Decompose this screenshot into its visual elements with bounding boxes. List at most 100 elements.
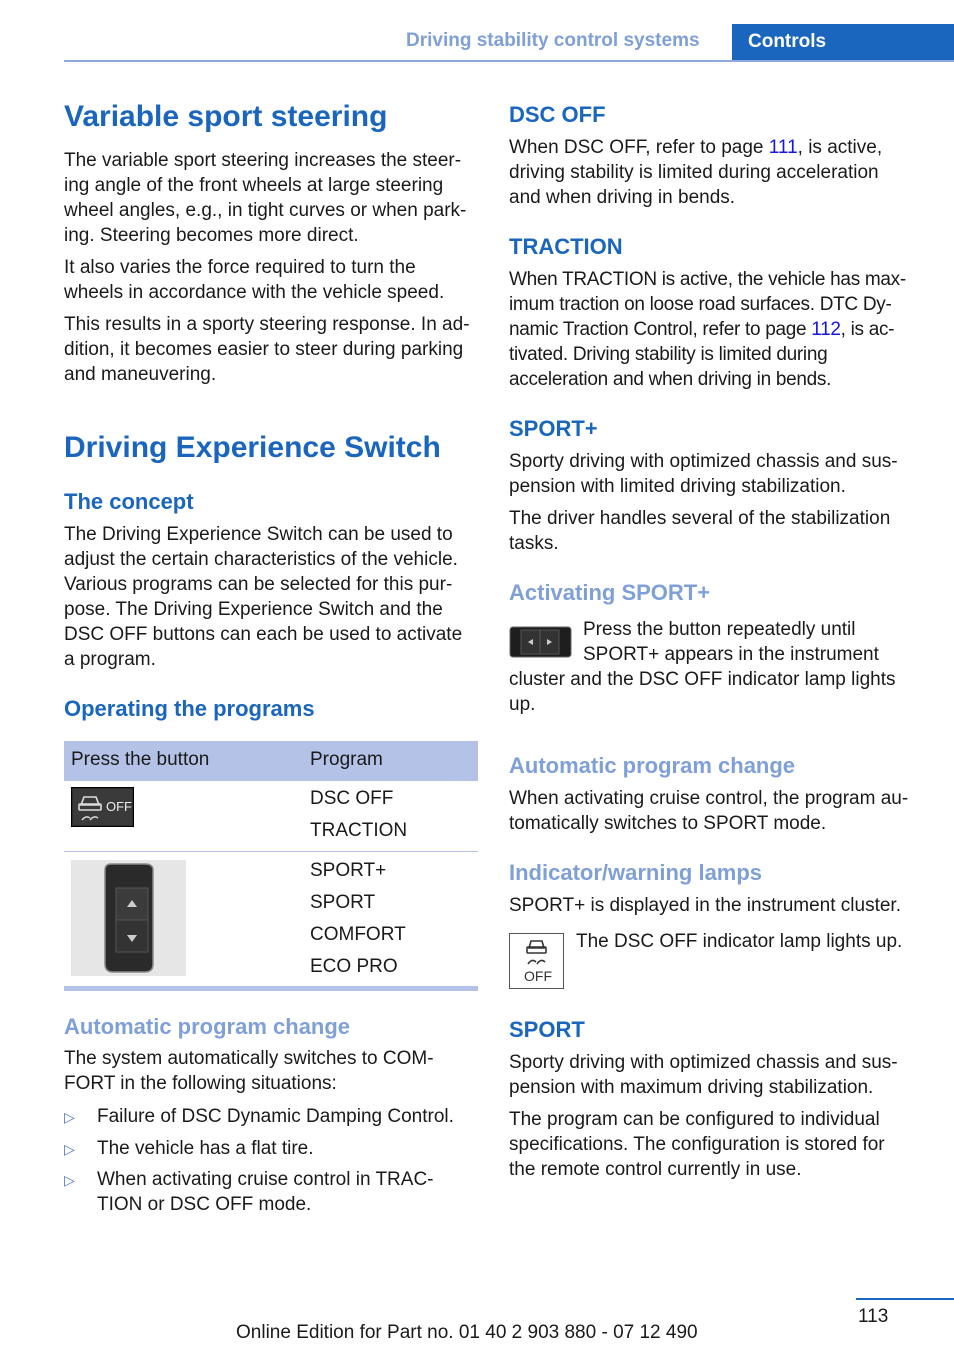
running-header-chapter-tab: Controls <box>732 24 954 62</box>
program-name: ECO PRO <box>310 956 398 977</box>
text-line: imum traction on loose road surfaces. DT… <box>509 294 892 315</box>
header-rule <box>64 60 954 62</box>
text-line: pose. The Driving Experience Switch and … <box>64 599 443 620</box>
text-line: Sporty driving with optimized chassis an… <box>509 451 898 472</box>
list-item: The vehicle has a flat tire. <box>97 1136 314 1161</box>
program-name: COMFORT <box>310 924 406 945</box>
program-name: TRACTION <box>310 820 408 841</box>
sport-paragraph-2: The program can be configured to individ… <box>509 1107 885 1182</box>
heading-automatic-program-change: Automatic program change <box>64 1014 351 1039</box>
text-line: and when driving in bends. <box>509 187 736 208</box>
text-fragment: , is active, <box>797 137 883 158</box>
program-name: DSC OFF <box>310 788 394 809</box>
text-line: wheels in accordance with the vehicle sp… <box>64 282 445 303</box>
text-line: wheel angles, e.g., in tight curves or w… <box>64 200 467 221</box>
text-line: This results in a sporty steering respon… <box>64 314 470 335</box>
text-line: When TRACTION is active, the vehicle has… <box>509 269 906 290</box>
text-line: The Driving Experience Switch can be use… <box>64 524 453 545</box>
sport-plus-paragraph-2: The driver handles several of the stabil… <box>509 506 890 556</box>
indicator-lamp-label: OFF <box>524 968 552 984</box>
table-row-divider <box>64 851 478 852</box>
column-header-press-the-button: Press the button <box>71 749 210 770</box>
text-fragment: When DSC OFF, refer to page <box>509 137 769 158</box>
text-line: Sporty driving with optimized chassis an… <box>509 1052 898 1073</box>
text-line: pension with limited driving stabilizati… <box>509 476 846 497</box>
vss-paragraph-3: This results in a sporty steering respon… <box>64 312 470 387</box>
text-fragment: namic Traction Control, refer to page <box>509 319 812 340</box>
running-header-section: Driving stability control systems <box>406 30 700 51</box>
vss-paragraph-2: It also varies the force required to tur… <box>64 255 444 305</box>
text-line: When activating cruise control, the prog… <box>509 788 909 809</box>
text-line: pension with maximum driving stabilizati… <box>509 1077 874 1098</box>
heading-dsc-off: DSC OFF <box>509 102 606 127</box>
text-line: ing. Steering becomes more direct. <box>64 225 359 246</box>
text-line: driving stability is limited during acce… <box>509 162 879 183</box>
vss-paragraph-1: The variable sport steering increases th… <box>64 148 466 248</box>
driving-experience-switch-horizontal-icon <box>509 626 572 658</box>
dsc-off-indicator-lamp-icon: OFF <box>509 933 564 989</box>
heading-traction: TRACTION <box>509 234 623 259</box>
text-line: The driver handles several of the stabil… <box>509 508 891 529</box>
heading-driving-experience-switch: Driving Experience Switch <box>64 431 441 464</box>
bullet-triangle-icon: ▷ <box>64 1141 75 1157</box>
sport-plus-paragraph-1: Sporty driving with optimized chassis an… <box>509 449 898 499</box>
dsc-off-button-label: OFF <box>106 799 132 814</box>
lamps-paragraph: SPORT+ is displayed in the instrument cl… <box>509 895 901 916</box>
text-line: acceleration and when driving in bends. <box>509 369 832 390</box>
concept-paragraph: The Driving Experience Switch can be use… <box>64 522 462 672</box>
program-name: SPORT+ <box>310 860 387 881</box>
page-number-rule <box>856 1298 954 1300</box>
program-cell: DSC OFF TRACTION <box>310 783 407 847</box>
activating-paragraph-indented: Press the button repeatedly until SPORT+… <box>583 617 879 667</box>
list-item: Failure of DSC Dynamic Damping Control. <box>97 1104 454 1129</box>
text-line: FORT in the following situations: <box>64 1073 337 1094</box>
text-line: SPORT+ appears in the instrument <box>583 644 879 665</box>
text-line: and maneuvering. <box>64 364 217 385</box>
text-line: Press the button repeatedly until <box>583 619 856 640</box>
heading-variable-sport-steering: Variable sport steering <box>64 100 388 133</box>
text-line: The variable sport steering increases th… <box>64 150 462 171</box>
chapter-tab-label: Controls <box>748 31 827 52</box>
page-link-111[interactable]: 111 <box>769 137 798 158</box>
text-fragment: , is ac- <box>840 319 895 340</box>
text-line: adjust the certain characteristics of th… <box>64 549 458 570</box>
page-link-112[interactable]: 112 <box>811 319 841 340</box>
dsc-off-paragraph: When DSC OFF, refer to page 111, is acti… <box>509 135 882 210</box>
page-number: 113 <box>858 1306 889 1327</box>
text-line: up. <box>509 694 536 715</box>
footer-edition: Online Edition for Part no. 01 40 2 903 … <box>236 1322 698 1343</box>
text-line: Various programs can be selected for thi… <box>64 574 453 595</box>
text-line: tasks. <box>509 533 559 554</box>
rocker-switch-horizontal-icon <box>509 626 572 658</box>
text-line: specifications. The configuration is sto… <box>509 1134 885 1155</box>
text-line: It also varies the force required to tur… <box>64 257 416 278</box>
heading-automatic-program-change-right: Automatic program change <box>509 753 796 778</box>
dsc-off-button-icon: OFF <box>71 787 134 827</box>
heading-operating-the-programs: Operating the programs <box>64 696 315 721</box>
sport-paragraph-1: Sporty driving with optimized chassis an… <box>509 1050 898 1100</box>
bullet-triangle-icon: ▷ <box>64 1109 75 1125</box>
column-header-program: Program <box>310 749 383 770</box>
text-line: cluster and the DSC OFF indicator lamp l… <box>509 669 896 690</box>
text-line: tomatically switches to SPORT mode. <box>509 813 827 834</box>
heading-the-concept: The concept <box>64 489 194 514</box>
table-bottom-rule <box>64 986 478 991</box>
text-line: tivated. Driving stability is limited du… <box>509 344 828 365</box>
driving-experience-switch-image <box>71 860 186 976</box>
text-line: ing angle of the front wheels at large s… <box>64 175 444 196</box>
rocker-switch-icon <box>104 863 154 973</box>
text-line: DSC OFF buttons can each be used to acti… <box>64 624 463 645</box>
lamp-description: The DSC OFF indicator lamp lights up. <box>576 931 903 952</box>
text-line: The program can be configured to individ… <box>509 1109 880 1130</box>
heading-sport-plus: SPORT+ <box>509 416 598 441</box>
heading-indicator-warning-lamps: Indicator/warning lamps <box>509 860 763 885</box>
text-line: a program. <box>64 649 156 670</box>
text-line: When activating cruise control in TRAC- <box>97 1169 434 1190</box>
text-line: The system automatically switches to COM… <box>64 1048 434 1069</box>
text-line: TION or DSC OFF mode. <box>97 1194 312 1215</box>
program-table-header: Press the button Program <box>64 741 478 781</box>
auto-paragraph: The system automatically switches to COM… <box>64 1046 434 1096</box>
activating-paragraph-continued: cluster and the DSC OFF indicator lamp l… <box>509 667 896 717</box>
text-line: dition, it becomes easier to steer durin… <box>64 339 464 360</box>
program-name: SPORT <box>310 892 376 913</box>
